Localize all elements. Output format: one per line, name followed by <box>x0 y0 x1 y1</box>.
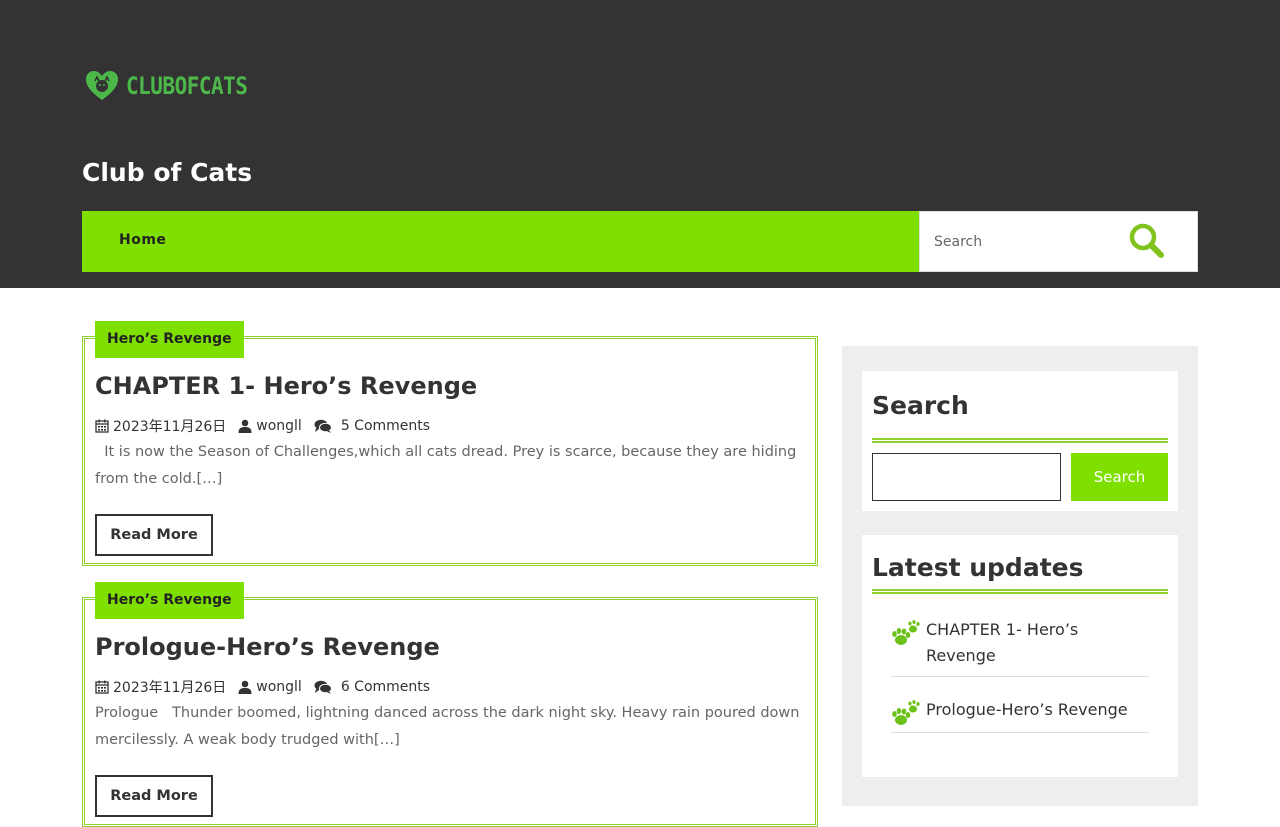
sidebar: Search Search Latest updates CHAPTER 1- … <box>842 346 1198 806</box>
header-search-box <box>919 211 1198 272</box>
site-header: CLUBOFCATS Club of Cats Home <box>0 0 1280 288</box>
sidebar-search-button[interactable]: Search <box>1071 453 1168 501</box>
post-date-text: 2023年11月26日 <box>113 680 227 696</box>
read-more-button[interactable]: Read More <box>95 514 213 556</box>
comments-icon <box>314 680 332 694</box>
widget-divider <box>872 589 1168 594</box>
post-excerpt: It is now the Season of Challenges,which… <box>95 444 801 487</box>
calendar-icon <box>95 680 109 694</box>
post-author[interactable]: wongll <box>238 418 302 434</box>
post-author-text: wongll <box>256 418 302 434</box>
calendar-icon <box>95 419 109 433</box>
post-date-text: 2023年11月26日 <box>113 419 227 435</box>
post-author-text: wongll <box>256 679 302 695</box>
list-item: Prologue-Hero’s Revenge <box>891 697 1149 733</box>
user-icon <box>238 680 252 694</box>
post-title[interactable]: Prologue-Hero’s Revenge <box>95 633 440 661</box>
read-more-button[interactable]: Read More <box>95 775 213 817</box>
main-navigation: Home <box>82 211 919 272</box>
list-item: CHAPTER 1- Hero’s Revenge <box>891 617 1149 677</box>
widget-divider <box>872 438 1168 443</box>
site-logo[interactable]: CLUBOFCATS <box>85 70 248 102</box>
paw-icon <box>892 620 920 645</box>
post-comments[interactable]: 6 Comments <box>314 679 430 695</box>
post-date[interactable]: 2023年11月26日 <box>95 677 226 697</box>
search-icon[interactable] <box>1125 220 1169 264</box>
site-title[interactable]: Club of Cats <box>82 158 252 187</box>
user-icon <box>238 419 252 433</box>
latest-updates-widget: Latest updates CHAPTER 1- Hero’s Revenge <box>862 535 1178 777</box>
post-category-badge[interactable]: Hero’s Revenge <box>95 582 244 619</box>
sidebar-search-input[interactable] <box>872 453 1061 501</box>
post-category-badge[interactable]: Hero’s Revenge <box>95 321 244 358</box>
post-meta: 2023年11月26日 wongll 5 Comments <box>95 416 442 436</box>
search-widget: Search Search <box>862 371 1178 511</box>
latest-update-link[interactable]: Prologue-Hero’s Revenge <box>926 697 1128 723</box>
post-excerpt: Prologue Thunder boomed, lightning dance… <box>95 705 805 748</box>
post-comments-text: 5 Comments <box>340 418 431 434</box>
search-widget-title: Search <box>872 391 969 420</box>
logo-text: CLUBOFCATS <box>126 72 248 100</box>
post-author[interactable]: wongll <box>238 679 302 695</box>
post-title[interactable]: CHAPTER 1- Hero’s Revenge <box>95 372 477 400</box>
nav-item-home[interactable]: Home <box>119 232 166 248</box>
post-date[interactable]: 2023年11月26日 <box>95 416 226 436</box>
latest-updates-title: Latest updates <box>872 553 1084 582</box>
post-card: Hero’s Revenge Prologue-Hero’s Revenge 2… <box>82 582 818 827</box>
latest-update-link[interactable]: CHAPTER 1- Hero’s Revenge <box>926 617 1149 669</box>
post-comments[interactable]: 5 Comments <box>314 418 430 434</box>
header-search-input[interactable] <box>920 212 1120 271</box>
post-card: Hero’s Revenge CHAPTER 1- Hero’s Revenge… <box>82 321 818 566</box>
comments-icon <box>314 419 332 433</box>
paw-icon <box>892 700 920 725</box>
cat-heart-icon <box>86 71 118 100</box>
post-meta: 2023年11月26日 wongll 6 Comments <box>95 677 442 697</box>
post-comments-text: 6 Comments <box>340 679 431 695</box>
